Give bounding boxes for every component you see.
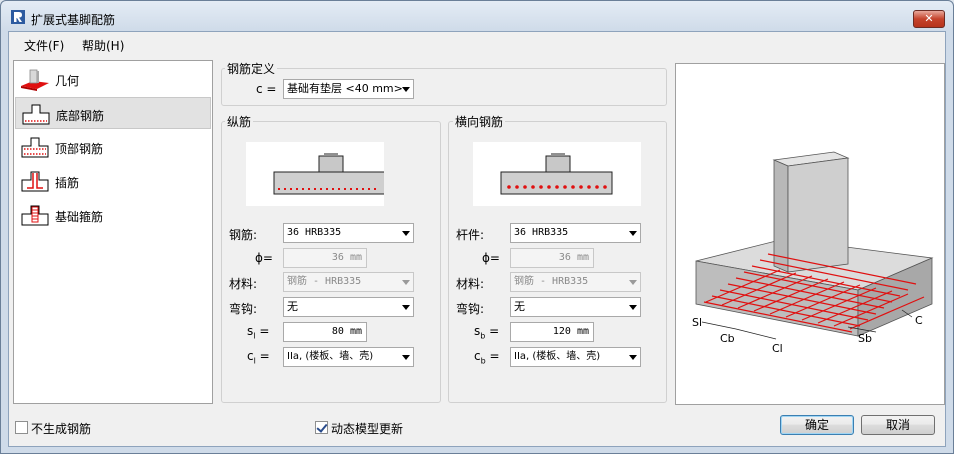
longitudinal-hook-label: 弯钩: [229,302,258,316]
longitudinal-material-value: 钢筋 - HRB335 [287,276,362,287]
longitudinal-bar-select[interactable]: 36 HRB335 [283,223,414,243]
longitudinal-diagram [246,142,386,206]
label-c: C [915,314,923,327]
stirrup-icon [21,205,49,226]
longitudinal-spacing-label: sl = [247,324,270,341]
footing-3d-model-icon [695,151,934,340]
longitudinal-hook-select[interactable]: 无 [283,297,414,317]
close-button[interactable]: ✕ [913,10,945,28]
transverse-title: 横向钢筋 [453,113,506,130]
transverse-bar-value: 36 HRB335 [514,227,569,238]
transverse-bar-select[interactable]: 36 HRB335 [510,223,641,243]
chevron-down-icon [402,280,410,285]
list-item-label: 底部钢筋 [56,109,105,123]
app-logo-icon [11,10,25,24]
transverse-diagram [473,142,641,206]
chevron-down-icon [402,355,410,360]
longitudinal-diameter-field: 36 mm [283,248,367,268]
label-sl: Sl [692,316,703,329]
longitudinal-bar-label: 钢筋: [229,228,258,242]
chevron-down-icon [629,280,637,285]
longitudinal-cover-value: IIa, (楼板、墙、壳) [287,351,374,362]
transverse-material-value: 钢筋 - HRB335 [514,276,589,287]
transverse-cover-select[interactable]: IIa, (楼板、墙、壳) [510,347,641,367]
longitudinal-phi-label: ϕ= [255,251,273,265]
transverse-bar-label: 杆件: [456,228,485,242]
list-item-label: 几何 [55,74,80,88]
window-title: 扩展式基脚配筋 [31,13,116,27]
dynamic-update-label: 动态模型更新 [331,422,404,436]
chevron-down-icon [402,87,410,92]
ok-button[interactable]: 确定 [780,415,854,435]
title-bar: 扩展式基脚配筋 ✕ [1,1,953,31]
dialog-client: 文件(F) 帮助(H) 几何 底部钢筋 顶部钢筋 插筋 基础箍筋 钢筋定义 c … [8,31,946,447]
label-cl: Cl [772,342,783,355]
longitudinal-cover-label: cl = [247,349,270,366]
chevron-down-icon [402,231,410,236]
transverse-spacing-label: sb = [474,324,500,341]
transverse-cover-value: IIa, (楼板、墙、壳) [514,351,601,362]
menu-help[interactable]: 帮助(H) [82,37,124,54]
transverse-hook-select[interactable]: 无 [510,297,641,317]
no-rebar-label: 不生成钢筋 [31,422,92,436]
dynamic-update-checkbox[interactable] [315,421,328,434]
geometry-icon [21,69,49,91]
menu-bar: 文件(F) 帮助(H) [9,32,945,56]
transverse-diameter-field: 36 mm [510,248,594,268]
list-item-geometry[interactable]: 几何 [15,63,211,95]
longitudinal-spacing-input[interactable]: 80 mm [283,322,367,342]
longitudinal-cover-select[interactable]: IIa, (楼板、墙、壳) [283,347,414,367]
longitudinal-bar-value: 36 HRB335 [287,227,342,238]
label-sb: Sb [858,332,872,345]
list-item-stirrups[interactable]: 基础箍筋 [15,199,211,231]
chevron-down-icon [629,355,637,360]
cover-value: 基础有垫层 <40 mm> [287,82,403,95]
transverse-section-icon [500,153,613,195]
longitudinal-section-icon [273,153,386,195]
cancel-button[interactable]: 取消 [861,415,935,435]
dialog-window: 扩展式基脚配筋 ✕ 文件(F) 帮助(H) 几何 底部钢筋 顶部钢筋 插筋 基础… [0,0,954,454]
list-item-top-rebar[interactable]: 顶部钢筋 [15,131,211,163]
label-cb: Cb [720,332,735,345]
transverse-hook-label: 弯钩: [456,302,485,316]
cover-select[interactable]: 基础有垫层 <40 mm> [283,79,414,99]
bottom-rebar-icon [22,104,50,125]
chevron-down-icon [629,305,637,310]
longitudinal-material-label: 材料: [229,277,258,291]
cover-label: c = [256,82,277,96]
longitudinal-material-select: 钢筋 - HRB335 [283,272,414,292]
transverse-spacing-input[interactable]: 120 mm [510,322,594,342]
list-item-label: 插筋 [55,176,80,190]
menu-file[interactable]: 文件(F) [24,37,64,54]
transverse-hook-value: 无 [514,300,525,313]
rebar-definition-title: 钢筋定义 [225,60,278,77]
chevron-down-icon [629,231,637,236]
longitudinal-title: 纵筋 [225,113,254,130]
transverse-phi-label: ϕ= [482,251,500,265]
list-item-bottom-rebar[interactable]: 底部钢筋 [15,97,211,129]
chevron-down-icon [402,305,410,310]
longitudinal-hook-value: 无 [287,300,298,313]
no-rebar-checkbox[interactable] [15,421,28,434]
category-list: 几何 底部钢筋 顶部钢筋 插筋 基础箍筋 [13,60,213,404]
transverse-cover-label: cb = [474,349,500,366]
list-item-label: 基础箍筋 [55,210,104,224]
dowel-icon [21,171,49,192]
list-item-label: 顶部钢筋 [55,142,104,156]
footing-3d-preview: Sl Cb Cl Sb C [675,63,945,405]
top-rebar-icon [21,137,49,158]
list-item-dowels[interactable]: 插筋 [15,165,211,197]
transverse-material-select: 钢筋 - HRB335 [510,272,641,292]
transverse-material-label: 材料: [456,277,485,291]
